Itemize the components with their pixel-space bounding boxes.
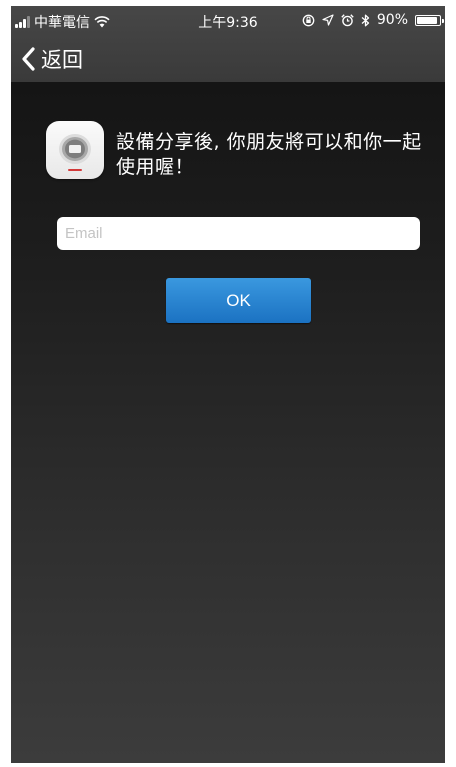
battery-icon [415, 14, 444, 26]
bluetooth-icon [361, 14, 370, 26]
share-message: 設備分享後, 你朋友將可以和你一起使用喔！ [116, 131, 422, 178]
battery-percent: 90% [376, 12, 408, 28]
status-bar: 中華電信 上午9:36 90% [11, 6, 445, 36]
battery-fill [417, 16, 437, 24]
status-right: 90% [302, 12, 444, 28]
back-button[interactable]: 返回 [11, 42, 83, 76]
back-label: 返回 [41, 48, 83, 72]
top-bar: 中華電信 上午9:36 90% 返回 [11, 6, 445, 82]
alarm-icon [341, 13, 354, 26]
ok-button[interactable]: OK [166, 278, 311, 323]
device-icon [46, 121, 104, 179]
app-screen: 中華電信 上午9:36 90% 返回 設備分享後, 你朋友將可以和你一起使用喔！… [11, 6, 445, 763]
chevron-left-icon [22, 47, 35, 71]
location-icon [322, 14, 334, 26]
orientation-lock-icon [302, 14, 315, 26]
email-input[interactable] [57, 217, 420, 250]
